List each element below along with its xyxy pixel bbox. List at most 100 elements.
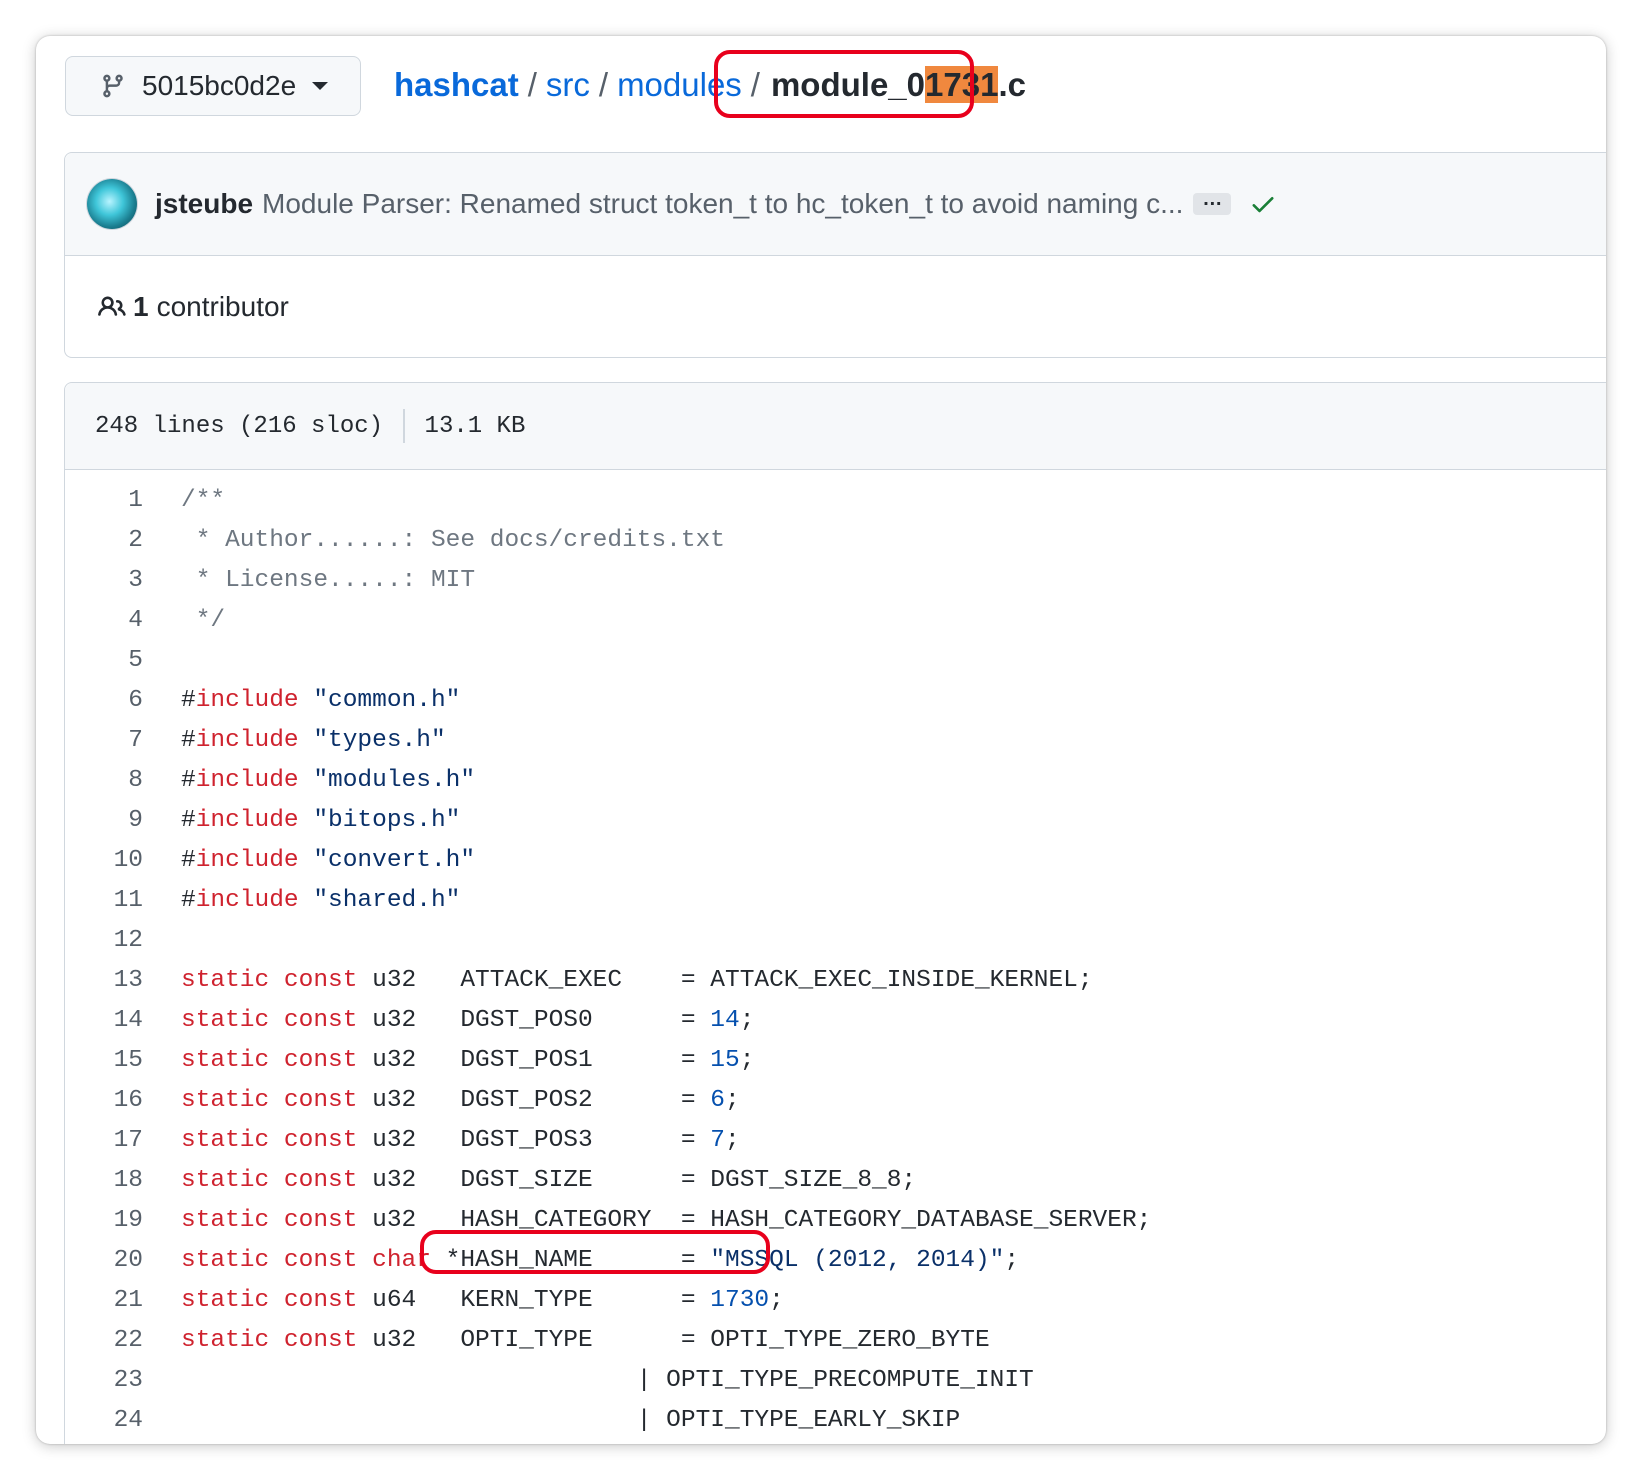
branch-selector-button[interactable]: 5015bc0d2e [65,56,361,116]
line-number[interactable]: 19 [65,1201,143,1241]
breadcrumb-repo-link[interactable]: hashcat [394,66,519,104]
line-number[interactable]: 7 [65,721,143,761]
code-text: #include "shared.h" [143,881,460,921]
code-token: const [283,1007,358,1034]
code-text: static const u32 DGST_SIZE = DGST_SIZE_8… [143,1161,916,1201]
code-token: u64 KERN_TYPE = [357,1287,711,1314]
code-token: ; [725,1087,740,1114]
line-number[interactable]: 2 [65,521,143,561]
line-number[interactable]: 20 [65,1241,143,1281]
code-token: | OPTI_TYPE_EARLY_SKIP [181,1407,961,1434]
code-token: * License.....: MIT [181,567,476,594]
latest-commit-box: jsteube Module Parser: Renamed struct to… [64,152,1606,358]
contributor-count: 1 [133,291,149,322]
code-text: static const u32 HASH_CATEGORY = HASH_CA… [143,1201,1151,1241]
breadcrumb-modules-link[interactable]: modules [617,66,742,104]
line-number[interactable]: 13 [65,961,143,1001]
line-number[interactable]: 12 [65,921,143,961]
line-number[interactable]: 21 [65,1281,143,1321]
code-token: | OPTI_TYPE_PRECOMPUTE_INIT [181,1367,1034,1394]
code-line: 3 * License.....: MIT [65,561,1606,601]
avatar[interactable] [87,179,137,229]
code-text: * License.....: MIT [143,561,475,601]
code-token: /** [181,487,226,514]
code-line: 22 static const u32 OPTI_TYPE = OPTI_TYPE… [65,1321,1606,1361]
line-number[interactable]: 24 [65,1401,143,1441]
code-token: # [181,847,196,874]
contributors-row[interactable]: 1 contributor [65,256,1606,358]
code-token: "common.h" [313,687,461,714]
code-token: ; [725,1127,740,1154]
code-token: include [195,887,299,914]
code-line: 24 | OPTI_TYPE_EARLY_SKIP [65,1401,1606,1441]
line-number[interactable]: 5 [65,641,143,681]
code-token: 15 [710,1047,740,1074]
line-number[interactable]: 1 [65,481,143,521]
code-text: #include "types.h" [143,721,446,761]
code-token: static [181,1327,270,1354]
code-text: #include "bitops.h" [143,801,460,841]
code-token: # [181,727,196,754]
code-text: #include "convert.h" [143,841,475,881]
code-text: static const u32 OPTI_TYPE = OPTI_TYPE_Z… [143,1321,990,1361]
line-number[interactable]: 9 [65,801,143,841]
line-number[interactable]: 14 [65,1001,143,1041]
code-token: const [283,1327,358,1354]
code-token: */ [181,607,226,634]
line-number[interactable]: 22 [65,1321,143,1361]
line-number[interactable]: 8 [65,761,143,801]
code-text: static const u32 DGST_POS0 = 14; [143,1001,754,1041]
code-line: 1 /** [65,481,1606,521]
line-number[interactable]: 11 [65,881,143,921]
code-token: static [181,1207,270,1234]
check-icon[interactable] [1249,190,1277,218]
code-token: "convert.h" [313,847,476,874]
line-number[interactable]: 6 [65,681,143,721]
line-number[interactable]: 16 [65,1081,143,1121]
commit-message[interactable]: Module Parser: Renamed struct token_t to… [262,188,1183,220]
code-line: 23 | OPTI_TYPE_PRECOMPUTE_INIT [65,1361,1606,1401]
breadcrumb-src-link[interactable]: src [546,66,590,104]
code-token: const [283,1247,358,1274]
line-number[interactable]: 4 [65,601,143,641]
line-number[interactable]: 17 [65,1121,143,1161]
code-text: static const u64 KERN_TYPE = 1730; [143,1281,784,1321]
code-token: static [181,1287,270,1314]
code-token: # [181,887,196,914]
line-count: 248 lines (216 sloc) [95,412,384,440]
code-token: include [195,847,299,874]
code-token: * Author......: See docs/credits.txt [181,527,725,554]
line-number[interactable]: 18 [65,1161,143,1201]
code-token: static [181,1007,270,1034]
line-number[interactable]: 3 [65,561,143,601]
line-number[interactable]: 23 [65,1361,143,1401]
code-token: "MSSQL (2012, 2014)" [710,1247,1005,1274]
code-token: u32 DGST_POS1 = [357,1047,711,1074]
code-text: static const u32 ATTACK_EXEC = ATTACK_EX… [143,961,1093,1001]
code-token: u32 OPTI_TYPE = OPTI_TYPE_ZERO_BYTE [357,1327,990,1354]
code-token: 1730 [710,1287,770,1314]
line-number[interactable]: 10 [65,841,143,881]
expand-commit-button[interactable]: … [1193,189,1232,215]
code-token: ; [739,1007,755,1034]
people-icon [98,296,126,316]
code-line: 11 #include "shared.h" [65,881,1606,921]
code-token: const [283,1207,358,1234]
code-listing: 1 /** 2 * Author......: See docs/credits.t… [65,481,1606,1441]
line-number[interactable]: 15 [65,1041,143,1081]
code-token: # [181,687,196,714]
code-token: 14 [710,1007,740,1034]
commit-author[interactable]: jsteube [155,188,253,220]
code-line: 18 static const u32 DGST_SIZE = DGST_SIZE… [65,1161,1606,1201]
